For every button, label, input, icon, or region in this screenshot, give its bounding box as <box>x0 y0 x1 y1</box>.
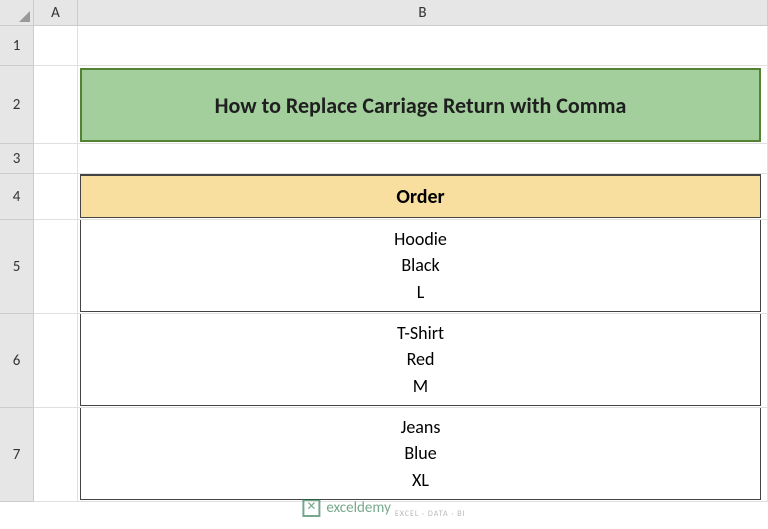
row-header-6[interactable]: 6 <box>0 314 34 408</box>
cell-b4[interactable]: Order <box>78 174 768 220</box>
row-header-1[interactable]: 1 <box>0 26 34 66</box>
cell-a4[interactable] <box>34 174 78 220</box>
cell-b7[interactable]: Jeans Blue XL <box>78 408 768 502</box>
order-size: L <box>417 279 425 305</box>
order-color: Black <box>401 252 439 278</box>
order-size: M <box>413 373 428 399</box>
cell-a1[interactable] <box>34 26 78 66</box>
order-size: XL <box>412 467 429 493</box>
select-all-corner[interactable] <box>0 0 34 26</box>
watermark-tagline: EXCEL · DATA · BI <box>395 509 466 519</box>
table-row: Jeans Blue XL <box>80 408 761 500</box>
row-header-3[interactable]: 3 <box>0 144 34 174</box>
order-color: Red <box>407 346 435 372</box>
cell-b1[interactable] <box>78 26 768 66</box>
table-row: T-Shirt Red M <box>80 314 761 406</box>
sheet-title: How to Replace Carriage Return with Comm… <box>80 68 761 142</box>
cell-a7[interactable] <box>34 408 78 502</box>
cell-b3[interactable] <box>78 144 768 174</box>
row-header-5[interactable]: 5 <box>0 220 34 314</box>
order-product: Hoodie <box>394 226 447 252</box>
cell-a2[interactable] <box>34 66 78 144</box>
row-header-4[interactable]: 4 <box>0 174 34 220</box>
cell-a3[interactable] <box>34 144 78 174</box>
column-header-a[interactable]: A <box>34 0 78 26</box>
cell-a5[interactable] <box>34 220 78 314</box>
column-header-b[interactable]: B <box>78 0 768 26</box>
cell-a6[interactable] <box>34 314 78 408</box>
order-product: Jeans <box>401 414 441 440</box>
row-header-2[interactable]: 2 <box>0 66 34 144</box>
order-product: T-Shirt <box>397 320 444 346</box>
table-header: Order <box>80 174 761 218</box>
cell-b6[interactable]: T-Shirt Red M <box>78 314 768 408</box>
table-row: Hoodie Black L <box>80 220 761 312</box>
order-color: Blue <box>404 440 436 466</box>
cell-b2[interactable]: How to Replace Carriage Return with Comm… <box>78 66 768 144</box>
row-header-7[interactable]: 7 <box>0 408 34 502</box>
cell-b5[interactable]: Hoodie Black L <box>78 220 768 314</box>
